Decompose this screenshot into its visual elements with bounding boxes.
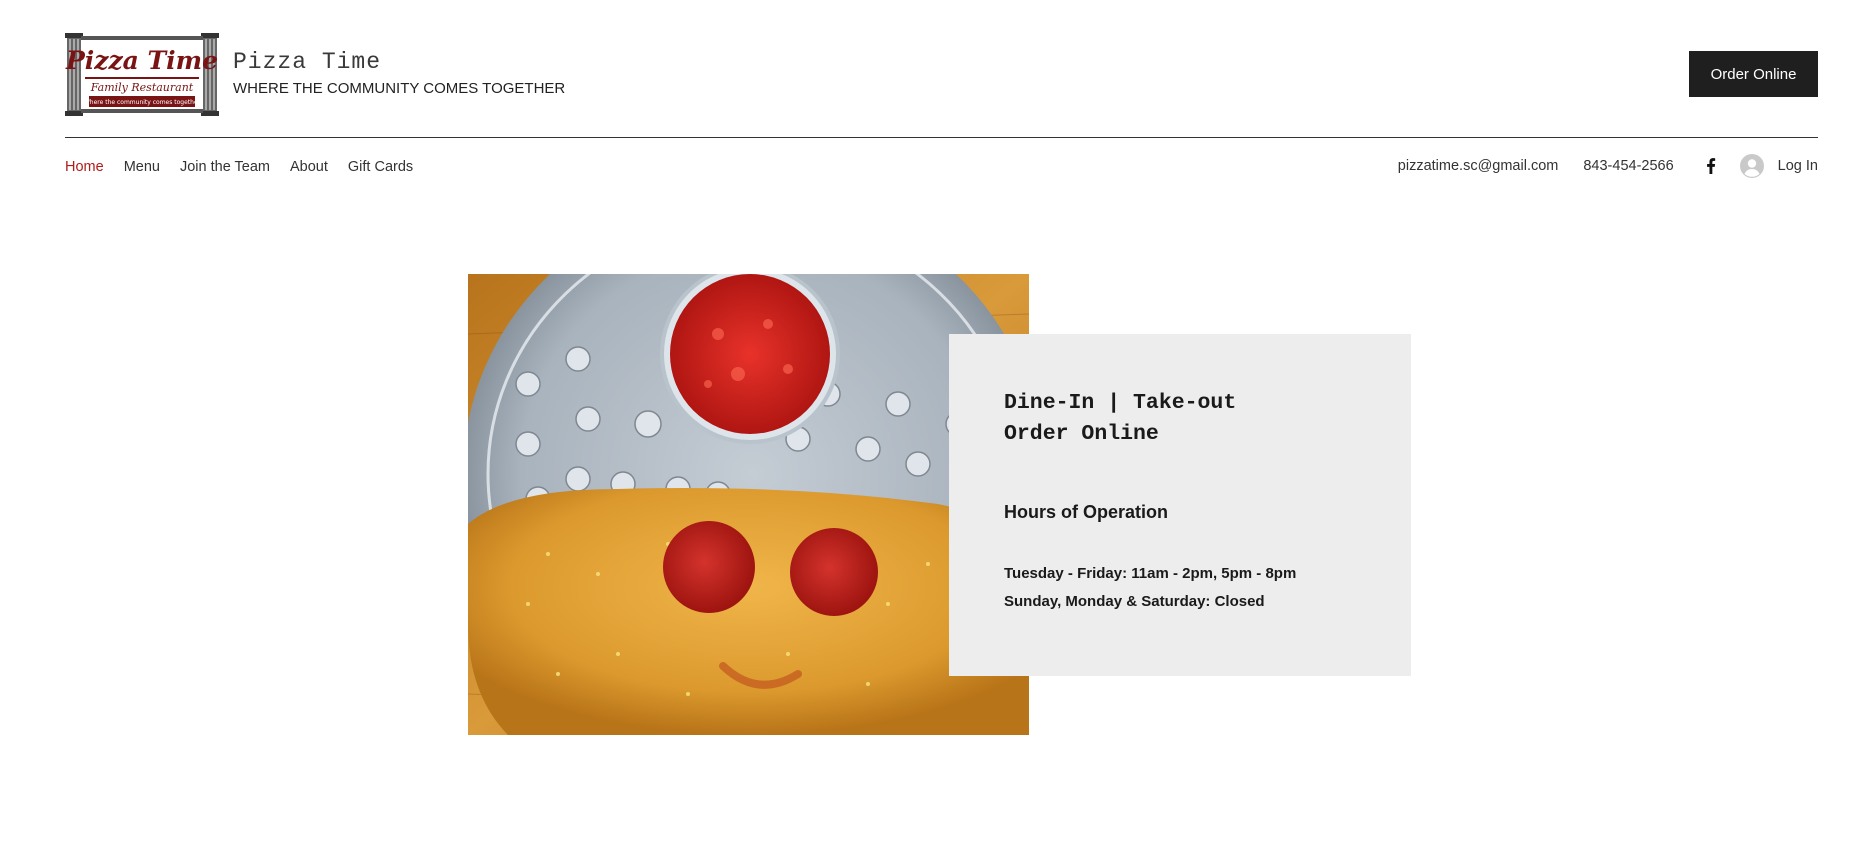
header-divider <box>65 137 1818 138</box>
login-label: Log In <box>1777 158 1818 174</box>
svg-text:Family Restaurant: Family Restaurant <box>90 81 194 94</box>
contact-phone: 843-454-2566 <box>1583 158 1674 174</box>
hours-line: Tuesday - Friday: 11am - 2pm, 5pm - 8pm <box>1004 565 1297 582</box>
contact-email-link[interactable]: pizzatime.sc@gmail.com <box>1398 158 1559 174</box>
site-tagline: WHERE THE COMMUNITY COMES TOGETHER <box>233 80 566 97</box>
nav-item-menu[interactable]: Menu <box>124 159 160 175</box>
hours-line: Sunday, Monday & Saturday: Closed <box>1004 593 1265 610</box>
order-online-button[interactable]: Order Online <box>1689 51 1818 97</box>
service-options-heading: Dine-In | Take-out Order Online <box>1004 388 1236 450</box>
login-button[interactable]: Log In <box>1739 154 1818 178</box>
contact-bar: pizzatime.sc@gmail.com 843-454-2566 Log … <box>1398 153 1818 179</box>
nav-item-gift-cards[interactable]: Gift Cards <box>348 159 413 175</box>
calzone-photo <box>468 274 1029 735</box>
site-logo[interactable]: Pizza Time Family Restaurant Where the c… <box>65 33 219 116</box>
nav-item-home[interactable]: Home <box>65 159 104 175</box>
order-online-line: Order Online <box>1004 422 1159 446</box>
main-nav: Home Menu Join the Team About Gift Cards <box>65 155 413 179</box>
facebook-icon[interactable] <box>1702 157 1720 175</box>
hours-heading: Hours of Operation <box>1004 502 1169 522</box>
svg-text:Where the community comes toge: Where the community comes together <box>84 99 201 106</box>
svg-text:Pizza Time: Pizza Time <box>65 46 218 75</box>
nav-item-join-the-team[interactable]: Join the Team <box>180 159 270 175</box>
user-avatar-icon <box>1739 154 1764 178</box>
nav-item-about[interactable]: About <box>290 159 328 175</box>
service-options-line: Dine-In | Take-out <box>1004 391 1237 415</box>
site-name[interactable]: Pizza Time <box>233 49 381 75</box>
logo-graphic: Pizza Time Family Restaurant Where the c… <box>65 33 219 116</box>
